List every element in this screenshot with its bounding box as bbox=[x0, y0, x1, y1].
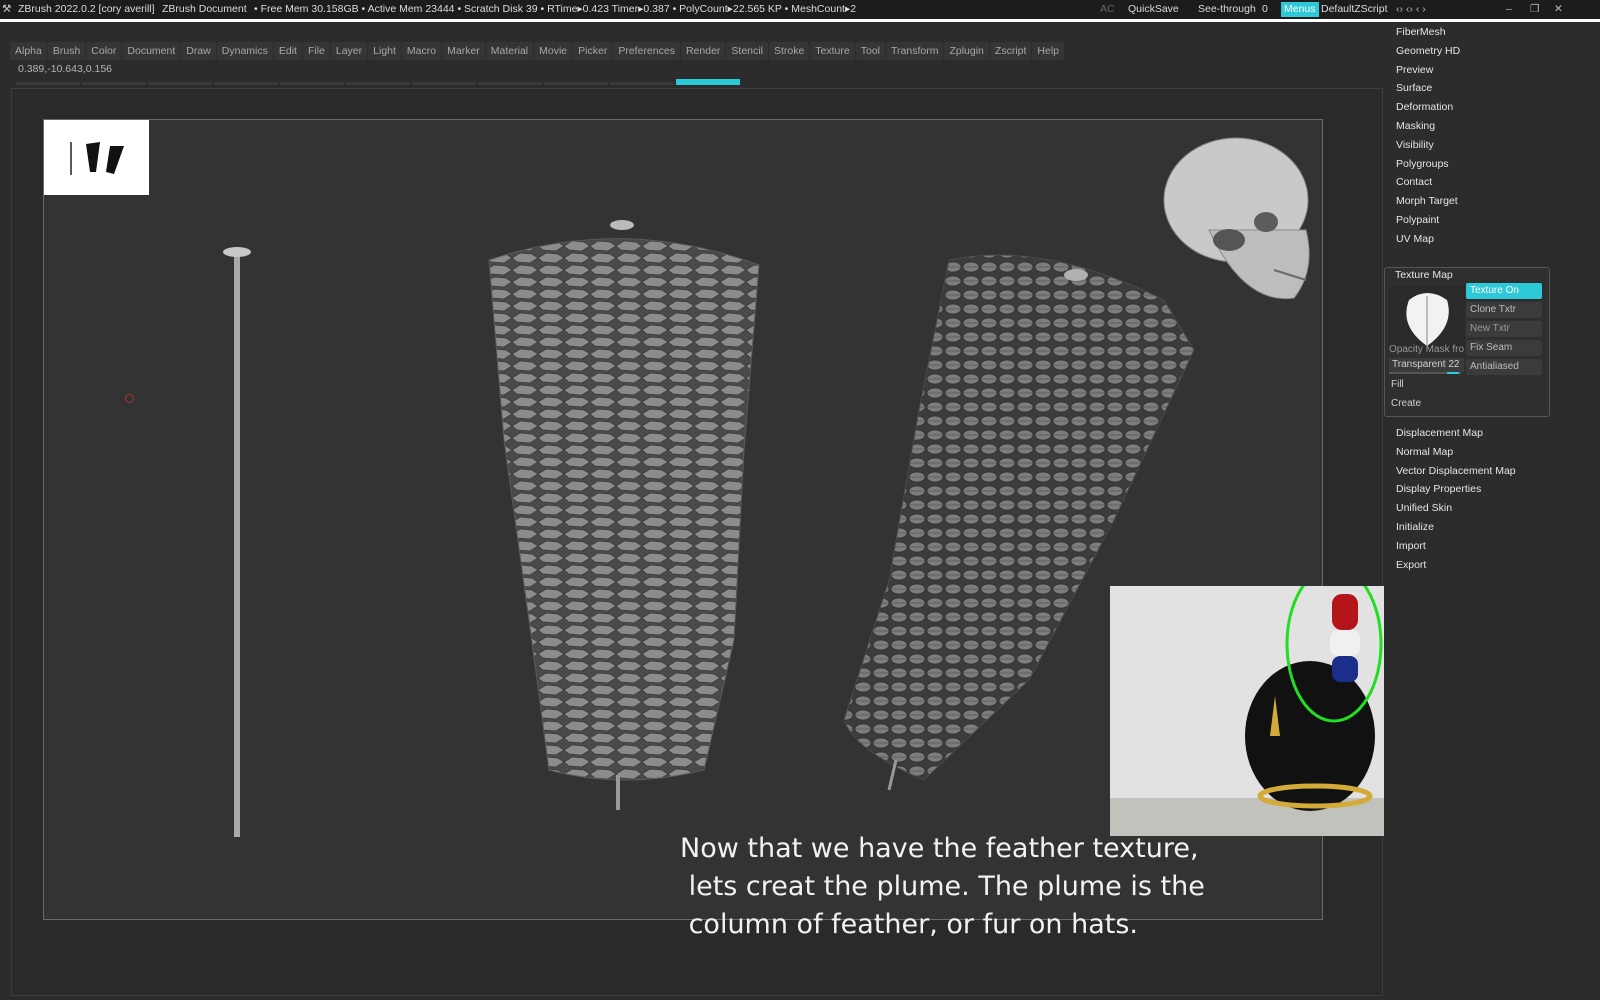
menu-brush[interactable]: Brush bbox=[47, 42, 86, 60]
doc-tab[interactable] bbox=[214, 82, 278, 85]
subpalette-display-properties[interactable]: Display Properties bbox=[1396, 483, 1481, 495]
doc-tab[interactable] bbox=[16, 82, 80, 85]
menu-material[interactable]: Material bbox=[485, 42, 534, 60]
subpalette-deformation[interactable]: Deformation bbox=[1396, 101, 1453, 113]
brush-alpha-icon bbox=[70, 142, 124, 175]
tool-palette: FiberMesh Geometry HD Preview Surface Deform… bbox=[1384, 22, 1600, 982]
menu-edit[interactable]: Edit bbox=[273, 42, 302, 60]
subpalette-visibility[interactable]: Visibility bbox=[1396, 139, 1434, 151]
subpalette-import[interactable]: Import bbox=[1396, 540, 1426, 552]
create-button[interactable]: Create bbox=[1391, 398, 1421, 409]
opacity-mask-label: Opacity Mask fro bbox=[1389, 344, 1465, 355]
menu-layer[interactable]: Layer bbox=[330, 42, 368, 60]
subpalette-surface[interactable]: Surface bbox=[1396, 82, 1432, 94]
document-label: ZBrush Document bbox=[162, 3, 247, 15]
alpha-thumbnail[interactable] bbox=[44, 120, 149, 195]
texture-map-title[interactable]: Texture Map bbox=[1395, 269, 1453, 281]
menu-transform[interactable]: Transform bbox=[886, 42, 944, 60]
menus-toggle[interactable]: Menus bbox=[1281, 2, 1319, 17]
subpalette-displacement-map[interactable]: Displacement Map bbox=[1396, 427, 1483, 439]
menu-stroke[interactable]: Stroke bbox=[768, 42, 810, 60]
menu-tool[interactable]: Tool bbox=[855, 42, 885, 60]
quicksave-button[interactable]: QuickSave bbox=[1128, 0, 1179, 19]
menu-color[interactable]: Color bbox=[86, 42, 122, 60]
close-icon[interactable]: ✕ bbox=[1554, 0, 1563, 19]
doc-tab-active[interactable] bbox=[676, 79, 740, 85]
subpalette-initialize[interactable]: Initialize bbox=[1396, 521, 1434, 533]
doc-tab[interactable] bbox=[82, 82, 146, 85]
subpalette-polygroups[interactable]: Polygroups bbox=[1396, 158, 1449, 170]
texture-on-button[interactable]: Texture On bbox=[1466, 283, 1542, 299]
menu-document[interactable]: Document bbox=[122, 42, 181, 60]
menu-zplugin[interactable]: Zplugin bbox=[944, 42, 989, 60]
transparent-fill bbox=[1447, 372, 1459, 374]
feather-texture-icon bbox=[1406, 293, 1449, 348]
doc-tab[interactable] bbox=[544, 82, 608, 85]
menu-light[interactable]: Light bbox=[368, 42, 401, 60]
doc-tab[interactable] bbox=[280, 82, 344, 85]
doc-tab[interactable] bbox=[412, 82, 476, 85]
pole-model bbox=[223, 247, 251, 837]
menu-marker[interactable]: Marker bbox=[442, 42, 485, 60]
subpalette-preview[interactable]: Preview bbox=[1396, 64, 1433, 76]
title-bar: ⚒ ZBrush 2022.0.2 [cory averill] ZBrush … bbox=[0, 0, 1600, 19]
stats-readout: • Free Mem 30.158GB • Active Mem 23444 •… bbox=[254, 3, 857, 15]
script-selector[interactable]: DefaultZScript bbox=[1321, 0, 1388, 19]
doc-tab[interactable] bbox=[148, 82, 212, 85]
menu-render[interactable]: Render bbox=[680, 42, 726, 60]
subpalette-contact[interactable]: Contact bbox=[1396, 176, 1432, 188]
skull-model bbox=[1163, 137, 1310, 300]
menu-dynamics[interactable]: Dynamics bbox=[216, 42, 273, 60]
menu-file[interactable]: File bbox=[302, 42, 330, 60]
zbrush-logo-icon: ⚒ bbox=[2, 3, 12, 15]
tutorial-caption: Now that we have the feather texture, le… bbox=[680, 833, 1205, 940]
subpalette-unified-skin[interactable]: Unified Skin bbox=[1396, 502, 1452, 514]
tab-strip bbox=[12, 79, 1380, 86]
menu-bar: Alpha Brush Color Document Draw Dynamics Edit F… bbox=[10, 42, 1065, 60]
doc-tab[interactable] bbox=[346, 82, 410, 85]
new-txtr-button[interactable]: New Txtr bbox=[1466, 321, 1542, 337]
card-plume-model bbox=[488, 220, 760, 810]
clone-txtr-button[interactable]: Clone Txtr bbox=[1466, 302, 1542, 318]
texture-thumbnail[interactable] bbox=[1389, 286, 1465, 352]
fix-seam-button[interactable]: Fix Seam bbox=[1466, 340, 1542, 356]
menu-draw[interactable]: Draw bbox=[181, 42, 216, 60]
seethrough-value: 0 bbox=[1262, 3, 1268, 15]
subpalette-morph-target[interactable]: Morph Target bbox=[1396, 195, 1458, 207]
subpalette-geometry-hd[interactable]: Geometry HD bbox=[1396, 45, 1460, 57]
subpalette-fibermesh[interactable]: FiberMesh bbox=[1396, 26, 1446, 38]
antialiased-toggle[interactable]: Antialiased bbox=[1466, 359, 1542, 375]
doc-tab[interactable] bbox=[610, 82, 674, 85]
restore-icon[interactable]: ❐ bbox=[1530, 0, 1539, 19]
subpalette-uv-map[interactable]: UV Map bbox=[1396, 233, 1434, 245]
app-title: ZBrush 2022.0.2 [cory averill] bbox=[18, 3, 155, 15]
subpalette-polypaint[interactable]: Polypaint bbox=[1396, 214, 1439, 226]
minimize-icon[interactable]: – bbox=[1506, 0, 1512, 19]
subpalette-export[interactable]: Export bbox=[1396, 559, 1426, 571]
menu-stencil[interactable]: Stencil bbox=[726, 42, 768, 60]
doc-tab[interactable] bbox=[478, 82, 542, 85]
ac-label: AC bbox=[1100, 3, 1115, 15]
menu-help[interactable]: Help bbox=[1032, 42, 1065, 60]
transparent-label: Transparent 22 bbox=[1392, 359, 1460, 370]
transparent-slider[interactable]: Transparent 22 bbox=[1389, 358, 1464, 372]
seethrough-label: See-through bbox=[1198, 3, 1256, 15]
layout-arrows-icon[interactable]: ‹› ‹› ‹ › bbox=[1396, 0, 1426, 19]
menu-picker[interactable]: Picker bbox=[573, 42, 613, 60]
menu-movie[interactable]: Movie bbox=[534, 42, 573, 60]
coordinates-readout: 0.389,-10.643,0.156 bbox=[18, 63, 112, 75]
subpalette-masking[interactable]: Masking bbox=[1396, 120, 1435, 132]
menu-texture[interactable]: Texture bbox=[810, 42, 855, 60]
subpalette-normal-map[interactable]: Normal Map bbox=[1396, 446, 1453, 458]
transparent-track bbox=[1389, 372, 1461, 374]
subpalette-vector-displacement-map[interactable]: Vector Displacement Map bbox=[1396, 465, 1516, 477]
fill-button[interactable]: Fill bbox=[1391, 379, 1404, 390]
menu-zscript[interactable]: Zscript bbox=[989, 42, 1032, 60]
cursor-marker bbox=[125, 394, 134, 403]
menu-alpha[interactable]: Alpha bbox=[10, 42, 47, 60]
menu-preferences[interactable]: Preferences bbox=[613, 42, 680, 60]
menu-macro[interactable]: Macro bbox=[401, 42, 442, 60]
